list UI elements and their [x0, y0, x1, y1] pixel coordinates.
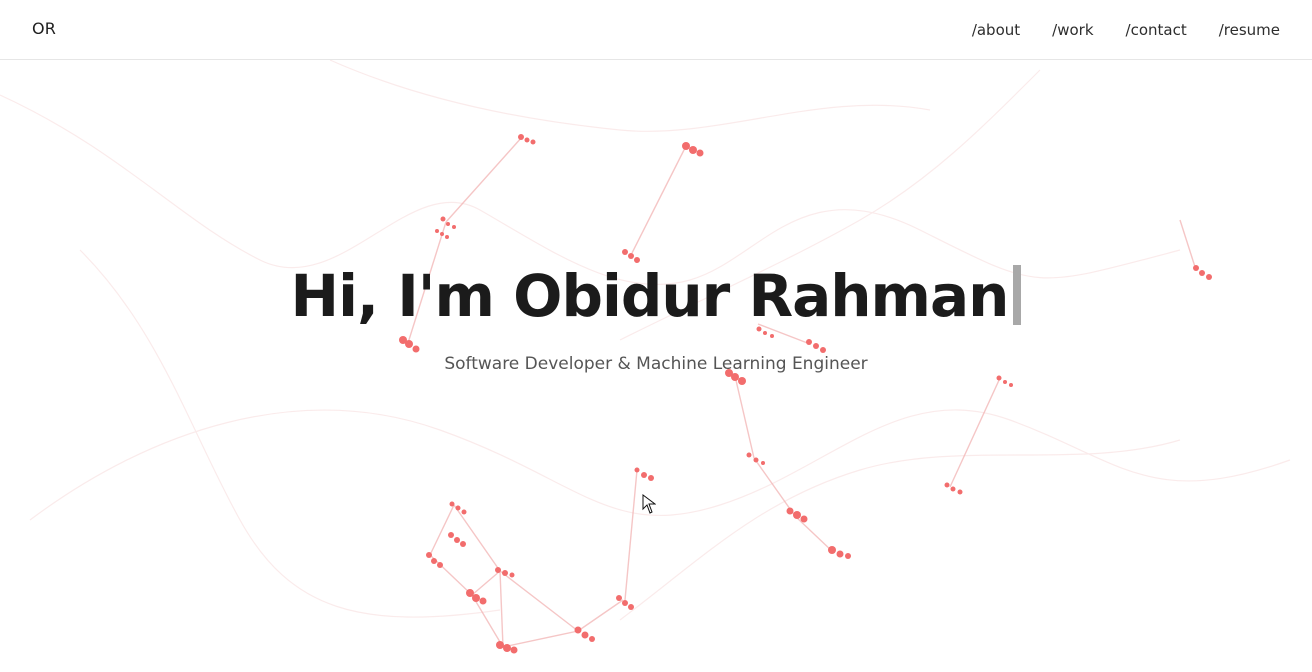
mouse-pointer-icon [642, 494, 656, 514]
nav-link-work[interactable]: /work [1052, 20, 1093, 40]
top-navbar: OR /about /work /contact /resume [0, 0, 1312, 60]
hero-subtitle: Software Developer & Machine Learning En… [444, 354, 868, 374]
nav-link-about[interactable]: /about [972, 20, 1020, 40]
typing-cursor-icon [1013, 264, 1022, 325]
main-navigation: /about /work /contact /resume [972, 20, 1280, 40]
hero-section: Hi, I'm Obidur Rahman Software Developer… [0, 60, 1312, 672]
page: OR /about /work /contact /resume Hi, I'm… [0, 0, 1312, 672]
nav-link-resume[interactable]: /resume [1219, 20, 1280, 40]
hero-title-text: Hi, I'm Obidur Rahman [290, 262, 1010, 330]
nav-link-contact[interactable]: /contact [1126, 20, 1187, 40]
site-logo-link[interactable]: OR [32, 19, 56, 38]
hero-title: Hi, I'm Obidur Rahman [0, 260, 1312, 332]
